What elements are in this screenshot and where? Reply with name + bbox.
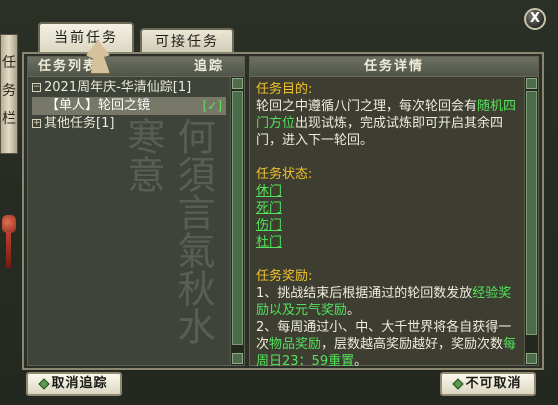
goal-text: 轮回之中遵循八门之理，每次轮回会有随机四门方位出现试炼，完成试炼即可开启其余四门… (256, 98, 520, 149)
calligraphy-text: 何須言氣秋水寒意 (121, 117, 215, 345)
reward-1-text: 1、挑战结束后根据通过的轮回数发放 (256, 286, 473, 301)
tab-current-label: 当前任务 (54, 30, 118, 46)
track-column-title: 追踪 (193, 59, 224, 74)
status-link-simen[interactable]: 死门 (256, 200, 520, 217)
scroll-down-arrow-icon[interactable] (526, 353, 537, 364)
quest-item-mirror[interactable]: 【单人】轮回之镜 [✓] (32, 97, 226, 115)
reward-item-2: 2、每周通过小、中、大千世界将各自获得一次物品奖励，层数越高奖励越好，奖励次数每… (256, 319, 520, 370)
close-icon: X (529, 11, 541, 26)
expand-icon[interactable]: + (32, 119, 41, 128)
status-heading: 任务状态: (256, 167, 313, 182)
not-cancellable-button[interactable]: 不可取消 (440, 372, 536, 396)
reward-2-end: 。 (354, 354, 368, 369)
cancel-track-label: 取消追踪 (51, 376, 108, 391)
calligraphy-background: 何須言氣秋水寒意 (48, 117, 218, 347)
scroll-up-arrow-icon[interactable] (232, 78, 243, 89)
side-scroll-decoration: 任务栏 (0, 34, 18, 154)
quest-item-label: 【单人】轮回之镜 (46, 98, 151, 113)
close-button[interactable]: X (524, 8, 546, 30)
scroll-thumb[interactable] (526, 91, 537, 335)
quest-detail-scrollbar[interactable] (524, 77, 538, 365)
quest-detail-panel: 任务详情 任务目的: 轮回之中遵循八门之理，每次轮回会有随机四门方位出现试炼，完… (249, 56, 539, 369)
reward-2-middle: ，层数越高奖励越好，奖励次数 (321, 337, 504, 352)
status-link-shangmen[interactable]: 伤门 (256, 217, 520, 234)
reward-1-end: 。 (347, 303, 361, 318)
reward-2-highlight: 物品奖励 (269, 337, 322, 352)
quest-list-scrollbar[interactable] (230, 77, 244, 365)
quest-group-other[interactable]: + 其他任务[1] (32, 115, 226, 133)
goal-text-start: 轮回之中遵循八门之理，每次轮回会有 (256, 99, 478, 114)
quest-detail-body: 任务目的: 轮回之中遵循八门之理，每次轮回会有随机四门方位出现试炼，完成试炼即可… (256, 81, 520, 370)
scroll-thumb[interactable] (232, 91, 243, 345)
quest-group-label: 2021周年庆-华清仙踪[1] (44, 80, 192, 95)
quest-window: 任务栏 X 当前任务 可接任务 任务列表 追踪 何須言氣秋水寒意 −2021周年… (0, 0, 558, 405)
collapse-icon[interactable]: − (32, 83, 41, 92)
quest-main-frame: 任务列表 追踪 何須言氣秋水寒意 −2021周年庆-华清仙踪[1] 【单人】轮回… (22, 52, 544, 370)
scroll-up-arrow-icon[interactable] (526, 78, 537, 89)
quest-list-header: 任务列表 追踪 (28, 57, 244, 77)
not-cancellable-label: 不可取消 (465, 376, 522, 391)
tassel-knot-decoration (2, 215, 16, 233)
quest-group-label: 其他任务[1] (44, 116, 115, 131)
button-gem-icon (452, 377, 465, 390)
button-gem-icon (38, 377, 51, 390)
tab-current-quests[interactable]: 当前任务 (38, 22, 134, 52)
quest-detail-header: 任务详情 (250, 57, 538, 77)
cancel-track-button[interactable]: 取消追踪 (26, 372, 122, 396)
reward-heading: 任务奖励: (256, 269, 313, 284)
reward-item-1: 1、挑战结束后根据通过的轮回数发放经验奖励以及元气奖励。 (256, 285, 520, 319)
track-checkbox[interactable]: [✓] (203, 97, 222, 115)
status-link-dumen[interactable]: 杜门 (256, 234, 520, 251)
status-link-xiumen[interactable]: 休门 (256, 183, 520, 200)
quest-list-panel: 任务列表 追踪 何須言氣秋水寒意 −2021周年庆-华清仙踪[1] 【单人】轮回… (27, 56, 245, 366)
quest-detail-title: 任务详情 (363, 59, 424, 74)
quest-tree: −2021周年庆-华清仙踪[1] 【单人】轮回之镜 [✓] + 其他任务[1] (32, 79, 226, 133)
scroll-down-arrow-icon[interactable] (232, 353, 243, 364)
quest-group-anniversary[interactable]: −2021周年庆-华清仙踪[1] (32, 79, 226, 97)
goal-heading: 任务目的: (256, 82, 313, 97)
side-scroll-text: 任务栏 (2, 55, 16, 127)
tassel-decoration (6, 232, 11, 268)
tab-available-quests[interactable]: 可接任务 (140, 28, 234, 54)
quest-list-title: 任务列表 (38, 59, 99, 74)
tab-available-label: 可接任务 (155, 34, 219, 50)
